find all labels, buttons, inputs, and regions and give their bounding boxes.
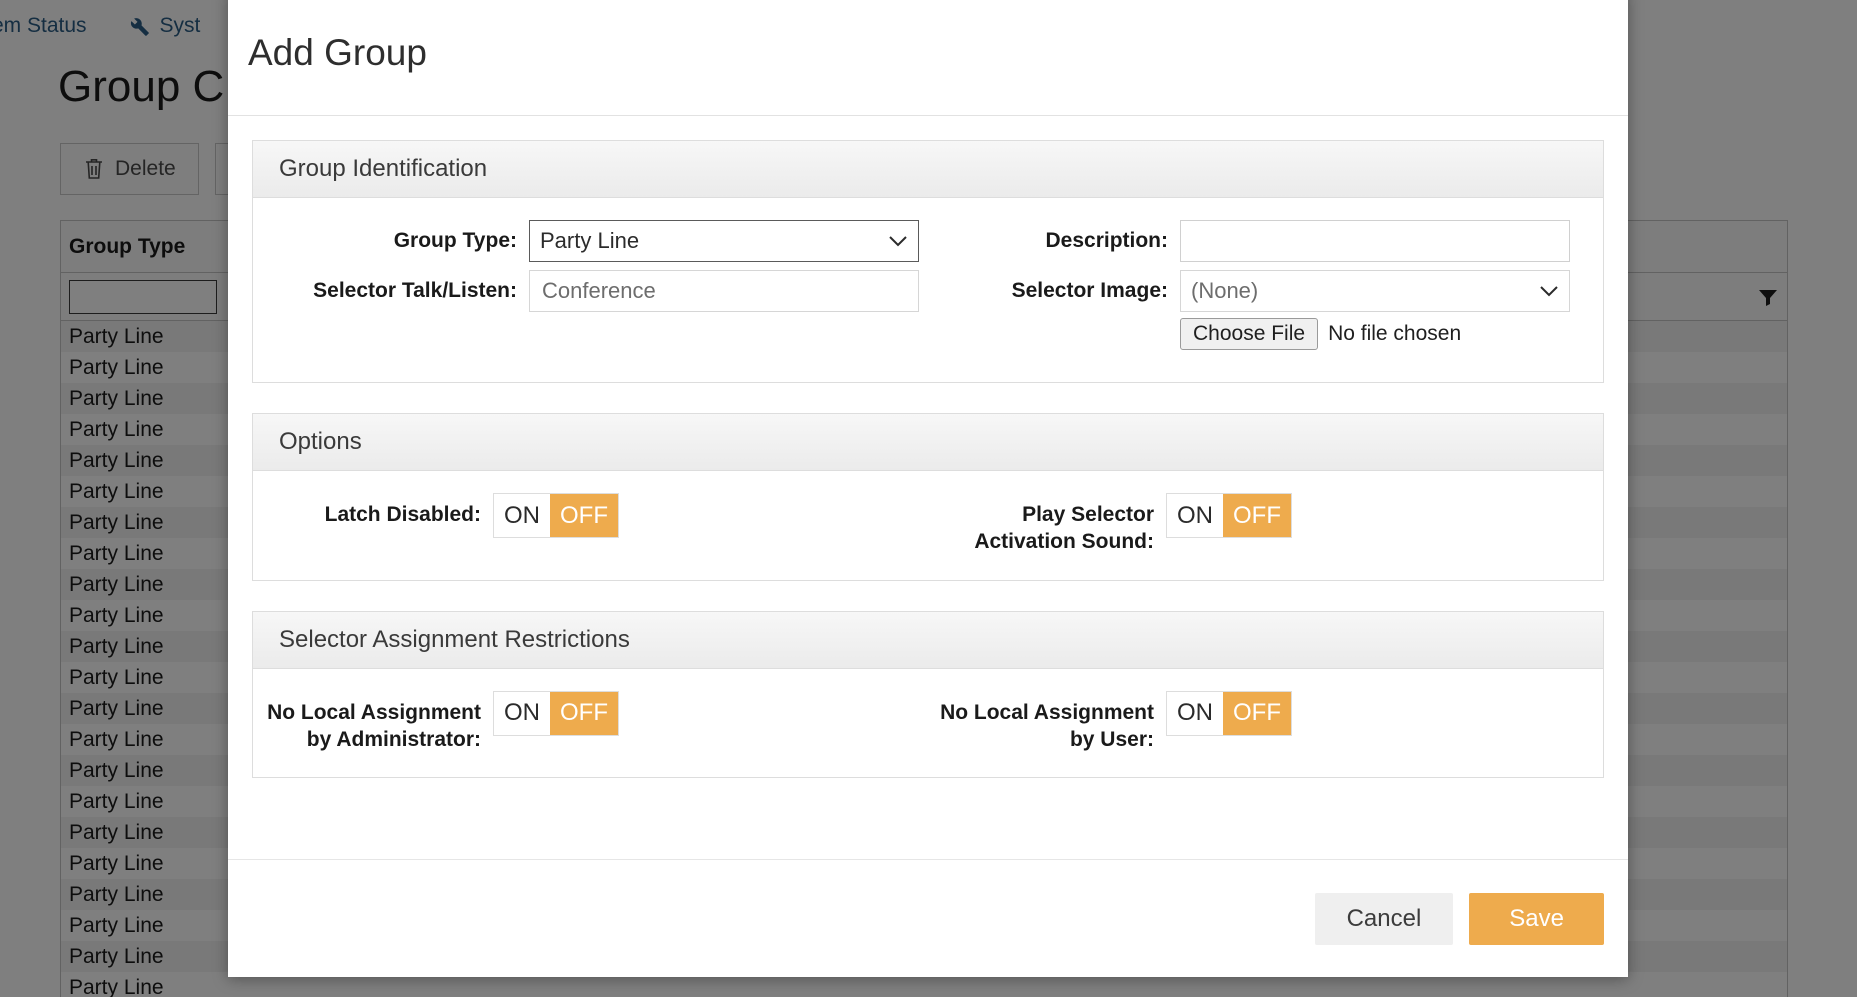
panel-header-options: Options <box>253 414 1603 471</box>
field-latch-disabled: Latch Disabled: ON OFF <box>253 493 928 538</box>
options-left-column: Latch Disabled: ON OFF <box>253 493 928 556</box>
play-selector-activation-sound-toggle-on[interactable]: ON <box>1167 494 1223 537</box>
dialog-footer: Cancel Save <box>228 859 1628 977</box>
field-label-selector-talk-listen: Selector Talk/Listen: <box>313 279 517 302</box>
field-control-group-type: Party Line <box>529 220 919 262</box>
add-group-dialog: Add Group Group Identification Group Typ… <box>228 0 1628 977</box>
no-local-assignment-user-toggle[interactable]: ON OFF <box>1166 690 1292 736</box>
selector-image-select-value: (None) <box>1191 278 1259 303</box>
field-selector-talk-listen: Selector Talk/Listen: Conference <box>253 270 928 312</box>
choose-file-button[interactable]: Choose File <box>1180 318 1319 350</box>
field-no-local-assignment-admin: No Local Assignment by Administrator: ON… <box>253 690 928 754</box>
field-label-no-local-assignment-user: No Local Assignment by User: <box>940 700 1154 751</box>
latch-disabled-toggle-on[interactable]: ON <box>494 494 550 537</box>
panel-options: Options Latch Disabled: ON OFF Play Sele… <box>252 413 1604 581</box>
panel-header-restrictions: Selector Assignment Restrictions <box>253 611 1603 669</box>
panel-body-options: Latch Disabled: ON OFF Play Selector Act… <box>253 471 1603 580</box>
field-control-selector-talk-listen: Conference <box>529 270 919 312</box>
file-status-text: No file chosen <box>1328 322 1462 345</box>
identification-left-column: Group Type: Party Line Selector Talk/Lis… <box>253 220 928 358</box>
field-label-group-type: Group Type: <box>393 229 517 252</box>
panel-title-group-identification: Group Identification <box>279 155 488 182</box>
no-local-assignment-user-toggle-off[interactable]: OFF <box>1223 691 1291 735</box>
restrictions-right-column: No Local Assignment by User: ON OFF <box>928 690 1603 754</box>
cancel-button[interactable]: Cancel <box>1314 892 1454 945</box>
selector-talk-listen-input[interactable]: Conference <box>529 270 919 312</box>
no-local-assignment-admin-toggle-on[interactable]: ON <box>494 691 550 735</box>
panel-title-restrictions: Selector Assignment Restrictions <box>279 625 630 653</box>
field-control-description <box>1180 220 1570 262</box>
panel-selector-assignment-restrictions: Selector Assignment Restrictions No Loca… <box>252 610 1604 779</box>
panel-body-group-identification: Group Type: Party Line Selector Talk/Lis… <box>253 198 1603 382</box>
field-label-latch-disabled: Latch Disabled: <box>324 503 481 526</box>
play-selector-activation-sound-toggle[interactable]: ON OFF <box>1166 493 1292 538</box>
options-right-column: Play Selector Activation Sound: ON OFF <box>928 493 1603 556</box>
save-button[interactable]: Save <box>1469 892 1604 945</box>
field-no-local-assignment-user: No Local Assignment by User: ON OFF <box>928 690 1603 754</box>
dialog-header: Add Group <box>228 0 1628 116</box>
field-label-no-local-assignment-admin: No Local Assignment by Administrator: <box>267 700 481 751</box>
selector-image-file-row: Choose File No file chosen <box>1180 318 1570 350</box>
no-local-assignment-user-toggle-on[interactable]: ON <box>1167 691 1223 735</box>
field-label-selector-image: Selector Image: <box>1011 279 1168 302</box>
group-type-select[interactable]: Party Line <box>529 220 919 262</box>
no-local-assignment-admin-toggle-off[interactable]: OFF <box>550 691 618 735</box>
selector-talk-listen-placeholder: Conference <box>542 278 656 303</box>
field-control-selector-image: (None) Choose File No file chosen <box>1180 270 1570 350</box>
latch-disabled-toggle[interactable]: ON OFF <box>493 493 619 538</box>
group-type-select-value: Party Line <box>540 228 640 253</box>
field-group-type: Group Type: Party Line <box>253 220 928 262</box>
latch-disabled-toggle-off[interactable]: OFF <box>550 494 618 537</box>
field-description: Description: <box>928 220 1603 262</box>
play-selector-activation-sound-toggle-off[interactable]: OFF <box>1223 494 1291 537</box>
selector-image-select[interactable]: (None) <box>1180 270 1570 312</box>
panel-group-identification: Group Identification Group Type: Party L… <box>252 140 1604 383</box>
description-input[interactable] <box>1180 220 1570 262</box>
field-label-description: Description: <box>1045 229 1168 252</box>
panel-title-options: Options <box>279 428 362 455</box>
no-local-assignment-admin-toggle[interactable]: ON OFF <box>493 690 619 736</box>
field-label-play-selector-activation-sound: Play Selector Activation Sound: <box>974 503 1154 554</box>
chevron-down-icon <box>888 234 908 248</box>
field-play-selector-activation-sound: Play Selector Activation Sound: ON OFF <box>928 493 1603 556</box>
restrictions-left-column: No Local Assignment by Administrator: ON… <box>253 690 928 754</box>
identification-right-column: Description: Selector Image: (None) Choo… <box>928 220 1603 358</box>
field-selector-image: Selector Image: (None) Choose File No fi… <box>928 270 1603 350</box>
dialog-title: Add Group <box>248 31 427 73</box>
panel-header-group-identification: Group Identification <box>253 141 1603 198</box>
dialog-body: Group Identification Group Type: Party L… <box>228 116 1628 859</box>
chevron-down-icon <box>1539 284 1559 298</box>
panel-body-restrictions: No Local Assignment by Administrator: ON… <box>253 669 1603 778</box>
